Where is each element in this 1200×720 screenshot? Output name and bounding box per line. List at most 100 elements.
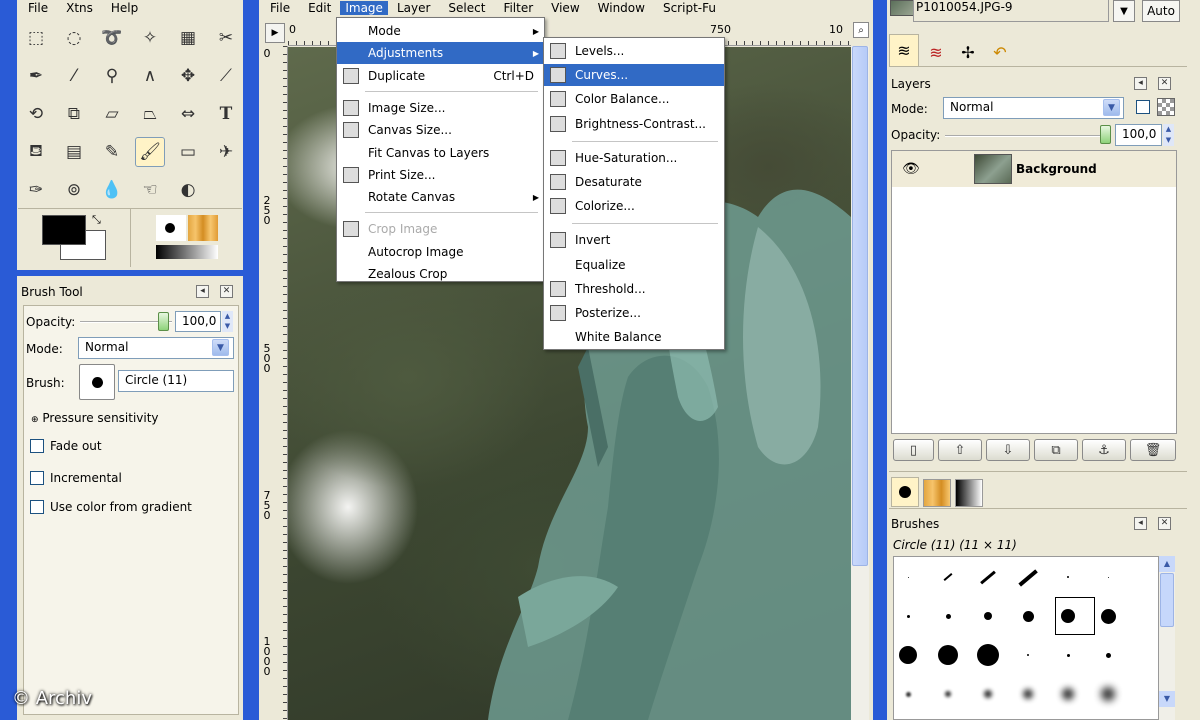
layers-opacity-field[interactable]: 100,0 xyxy=(1115,124,1162,146)
menu-item-fit-canvas-to-layers[interactable]: Fit Canvas to Layers xyxy=(337,142,544,164)
brush-preset[interactable] xyxy=(1018,569,1038,587)
menu-item-hue-saturation[interactable]: Hue-Saturation... xyxy=(544,147,724,169)
menu-item-desaturate[interactable]: Desaturate xyxy=(544,171,724,193)
brush-preset[interactable] xyxy=(905,691,911,697)
image-menu-script-fu[interactable]: Script-Fu xyxy=(654,1,725,15)
use-gradient-checkbox[interactable] xyxy=(30,500,44,514)
dock-tab-patterns[interactable] xyxy=(923,479,951,507)
opacity-slider-thumb[interactable] xyxy=(158,312,169,331)
brushes-scroll-up-icon[interactable]: ▲ xyxy=(1159,556,1175,572)
bucket-fill-icon[interactable]: ⛾ xyxy=(21,137,51,167)
layers-close-button[interactable]: ✕ xyxy=(1158,77,1171,90)
toolbox-menu-help[interactable]: Help xyxy=(102,1,147,15)
brushes-menu-button[interactable]: ◂ xyxy=(1134,517,1147,530)
anchor-layer-button[interactable]: ⚓ xyxy=(1082,439,1126,461)
brush-preview-button[interactable] xyxy=(79,364,115,400)
image-menu-file[interactable]: File xyxy=(259,1,299,15)
menu-item-print-size[interactable]: Print Size... xyxy=(337,164,544,186)
foreground-color-swatch[interactable] xyxy=(42,215,86,245)
layer-row-background[interactable]: 👁 Background xyxy=(892,151,1176,187)
color-picker-icon[interactable]: ⁄ xyxy=(59,61,89,91)
flip-icon[interactable]: ⇔ xyxy=(173,99,203,129)
menu-item-levels[interactable]: Levels... xyxy=(544,40,724,62)
brush-preset[interactable] xyxy=(1101,687,1115,701)
perspective-icon[interactable]: ⏢ xyxy=(135,99,165,129)
menu-item-duplicate[interactable]: Duplicate Ctrl+D xyxy=(337,65,544,87)
brush-preset[interactable] xyxy=(1100,608,1116,624)
menu-item-image-size[interactable]: Image Size... xyxy=(337,97,544,119)
layer-name[interactable]: Background xyxy=(1016,162,1097,176)
swap-colors-icon[interactable]: ⤡ xyxy=(92,213,101,227)
opacity-spin-field[interactable]: 100,0 xyxy=(175,311,221,332)
dock-tab-layers[interactable]: ≋ xyxy=(889,34,919,66)
brush-preset[interactable] xyxy=(1107,576,1109,578)
zoom-to-fit-icon[interactable]: ⌕ xyxy=(853,22,869,38)
layers-mode-dropdown-arrow-icon[interactable]: ▼ xyxy=(1103,99,1120,116)
incremental-checkbox[interactable] xyxy=(30,471,44,485)
image-menu-filter[interactable]: Filter xyxy=(494,1,542,15)
scale-icon[interactable]: ⧉ xyxy=(59,99,89,129)
image-selector-frame[interactable] xyxy=(913,0,1109,22)
toolbox-menu-file[interactable]: File xyxy=(17,1,57,15)
layers-opacity-track[interactable] xyxy=(945,135,1107,137)
delete-layer-button[interactable]: 🗑 xyxy=(1130,439,1176,461)
blur-icon[interactable]: 💧 xyxy=(97,175,127,205)
auto-button[interactable]: Auto xyxy=(1142,0,1180,22)
toolbox-menu-xtns[interactable]: Xtns xyxy=(57,1,102,15)
brush-preset[interactable] xyxy=(945,691,951,697)
tool-options-close-button[interactable]: ✕ xyxy=(220,285,233,298)
image-menu-edit[interactable]: Edit xyxy=(299,1,340,15)
move-icon[interactable]: ✥ xyxy=(173,61,203,91)
dock-tab-brushes[interactable] xyxy=(891,477,919,507)
fade-out-checkbox[interactable] xyxy=(30,439,44,453)
layers-opacity-spin-arrows[interactable]: ▲ ▼ xyxy=(1163,124,1174,146)
dodge-burn-icon[interactable]: ◐ xyxy=(173,175,203,205)
brush-preset[interactable] xyxy=(907,576,909,578)
brush-preset[interactable] xyxy=(984,690,992,698)
active-gradient-preview[interactable] xyxy=(156,245,218,259)
menu-item-adjustments[interactable]: Adjustments ▶ xyxy=(337,42,544,65)
active-pattern-preview[interactable] xyxy=(188,215,218,241)
opacity-spin-arrows[interactable]: ▲ ▼ xyxy=(222,311,233,332)
menu-item-posterize[interactable]: Posterize... xyxy=(544,302,724,324)
pencil-icon[interactable]: ✎ xyxy=(97,137,127,167)
color-select-icon[interactable]: ▦ xyxy=(173,23,203,53)
brush-name-field[interactable]: Circle (11) xyxy=(118,370,234,392)
mode-dropdown-arrow-icon[interactable]: ▼ xyxy=(212,339,229,356)
menu-item-white-balance[interactable]: White Balance xyxy=(544,326,724,348)
paintbrush-icon[interactable]: 🖌 xyxy=(135,137,165,167)
dock-tab-undo[interactable]: ↶ xyxy=(985,38,1015,66)
duplicate-layer-button[interactable]: ⧉ xyxy=(1034,439,1078,461)
image-selector-arrow-icon[interactable]: ▼ xyxy=(1113,0,1135,22)
brush-preset[interactable] xyxy=(945,613,951,619)
lower-layer-button[interactable]: ⇩ xyxy=(986,439,1030,461)
brush-preset[interactable] xyxy=(943,573,953,581)
clone-icon[interactable]: ⊚ xyxy=(59,175,89,205)
brush-preset[interactable] xyxy=(1067,576,1069,578)
smudge-icon[interactable]: ☜ xyxy=(135,175,165,205)
blend-icon[interactable]: ▤ xyxy=(59,137,89,167)
image-menu-layer[interactable]: Layer xyxy=(388,1,439,15)
pressure-sensitivity-expander[interactable]: ⊕ Pressure sensitivity xyxy=(31,411,159,425)
menu-item-brightness-contrast[interactable]: Brightness-Contrast... xyxy=(544,113,724,135)
layers-mode-select[interactable]: Normal xyxy=(943,97,1124,119)
brush-preset[interactable] xyxy=(980,570,996,585)
brush-preset[interactable] xyxy=(1027,654,1029,656)
brushes-close-button[interactable]: ✕ xyxy=(1158,517,1171,530)
menu-item-autocrop-image[interactable]: Autocrop Image xyxy=(337,241,544,263)
vertical-scrollbar[interactable] xyxy=(851,46,869,720)
vertical-scrollbar-thumb[interactable] xyxy=(852,46,868,566)
menu-item-curves[interactable]: Curves... xyxy=(544,64,724,87)
brush-preset[interactable] xyxy=(1066,653,1070,657)
fuzzy-select-icon[interactable]: ✧ xyxy=(135,23,165,53)
brush-preset[interactable] xyxy=(938,645,958,665)
brushes-scrollbar[interactable]: ▲ ▼ xyxy=(1159,556,1175,720)
ellipse-select-icon[interactable]: ◌ xyxy=(59,23,89,53)
scissors-icon[interactable]: ✂ xyxy=(211,23,241,53)
dock-tab-channels[interactable]: ≋ xyxy=(921,38,951,66)
new-layer-button[interactable]: ▯ xyxy=(893,439,934,461)
mode-select[interactable]: Normal xyxy=(78,337,234,359)
menu-item-rotate-canvas[interactable]: Rotate Canvas ▶ xyxy=(337,186,544,208)
ink-icon[interactable]: ✑ xyxy=(21,175,51,205)
brush-preset[interactable] xyxy=(906,614,910,618)
